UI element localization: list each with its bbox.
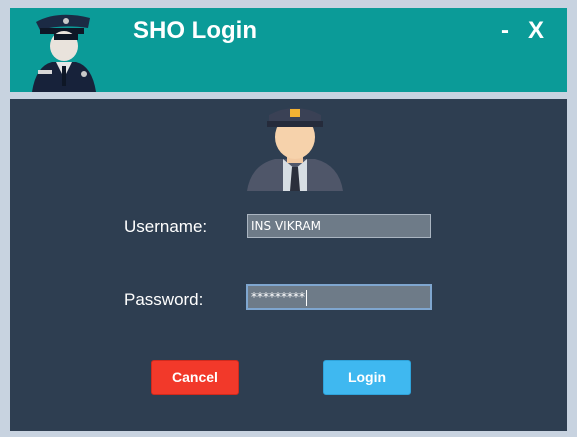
minimize-button[interactable]: - (501, 17, 509, 45)
login-button[interactable]: Login (323, 360, 411, 395)
text-caret (306, 289, 307, 306)
login-panel: Username: INS VIKRAM Password: *********… (10, 99, 567, 431)
username-label: Username: (124, 217, 208, 236)
close-button[interactable]: X (528, 17, 544, 45)
window-title: SHO Login (133, 17, 257, 44)
password-value: ********* (251, 290, 305, 304)
password-input[interactable]: ********* (246, 284, 432, 310)
title-bar: SHO Login - X (10, 8, 567, 92)
police-officer-icon (32, 14, 96, 92)
username-input[interactable]: INS VIKRAM (247, 214, 431, 238)
police-officer-avatar-icon (247, 108, 343, 191)
cancel-button[interactable]: Cancel (151, 360, 239, 395)
password-label: Password: (124, 290, 204, 309)
